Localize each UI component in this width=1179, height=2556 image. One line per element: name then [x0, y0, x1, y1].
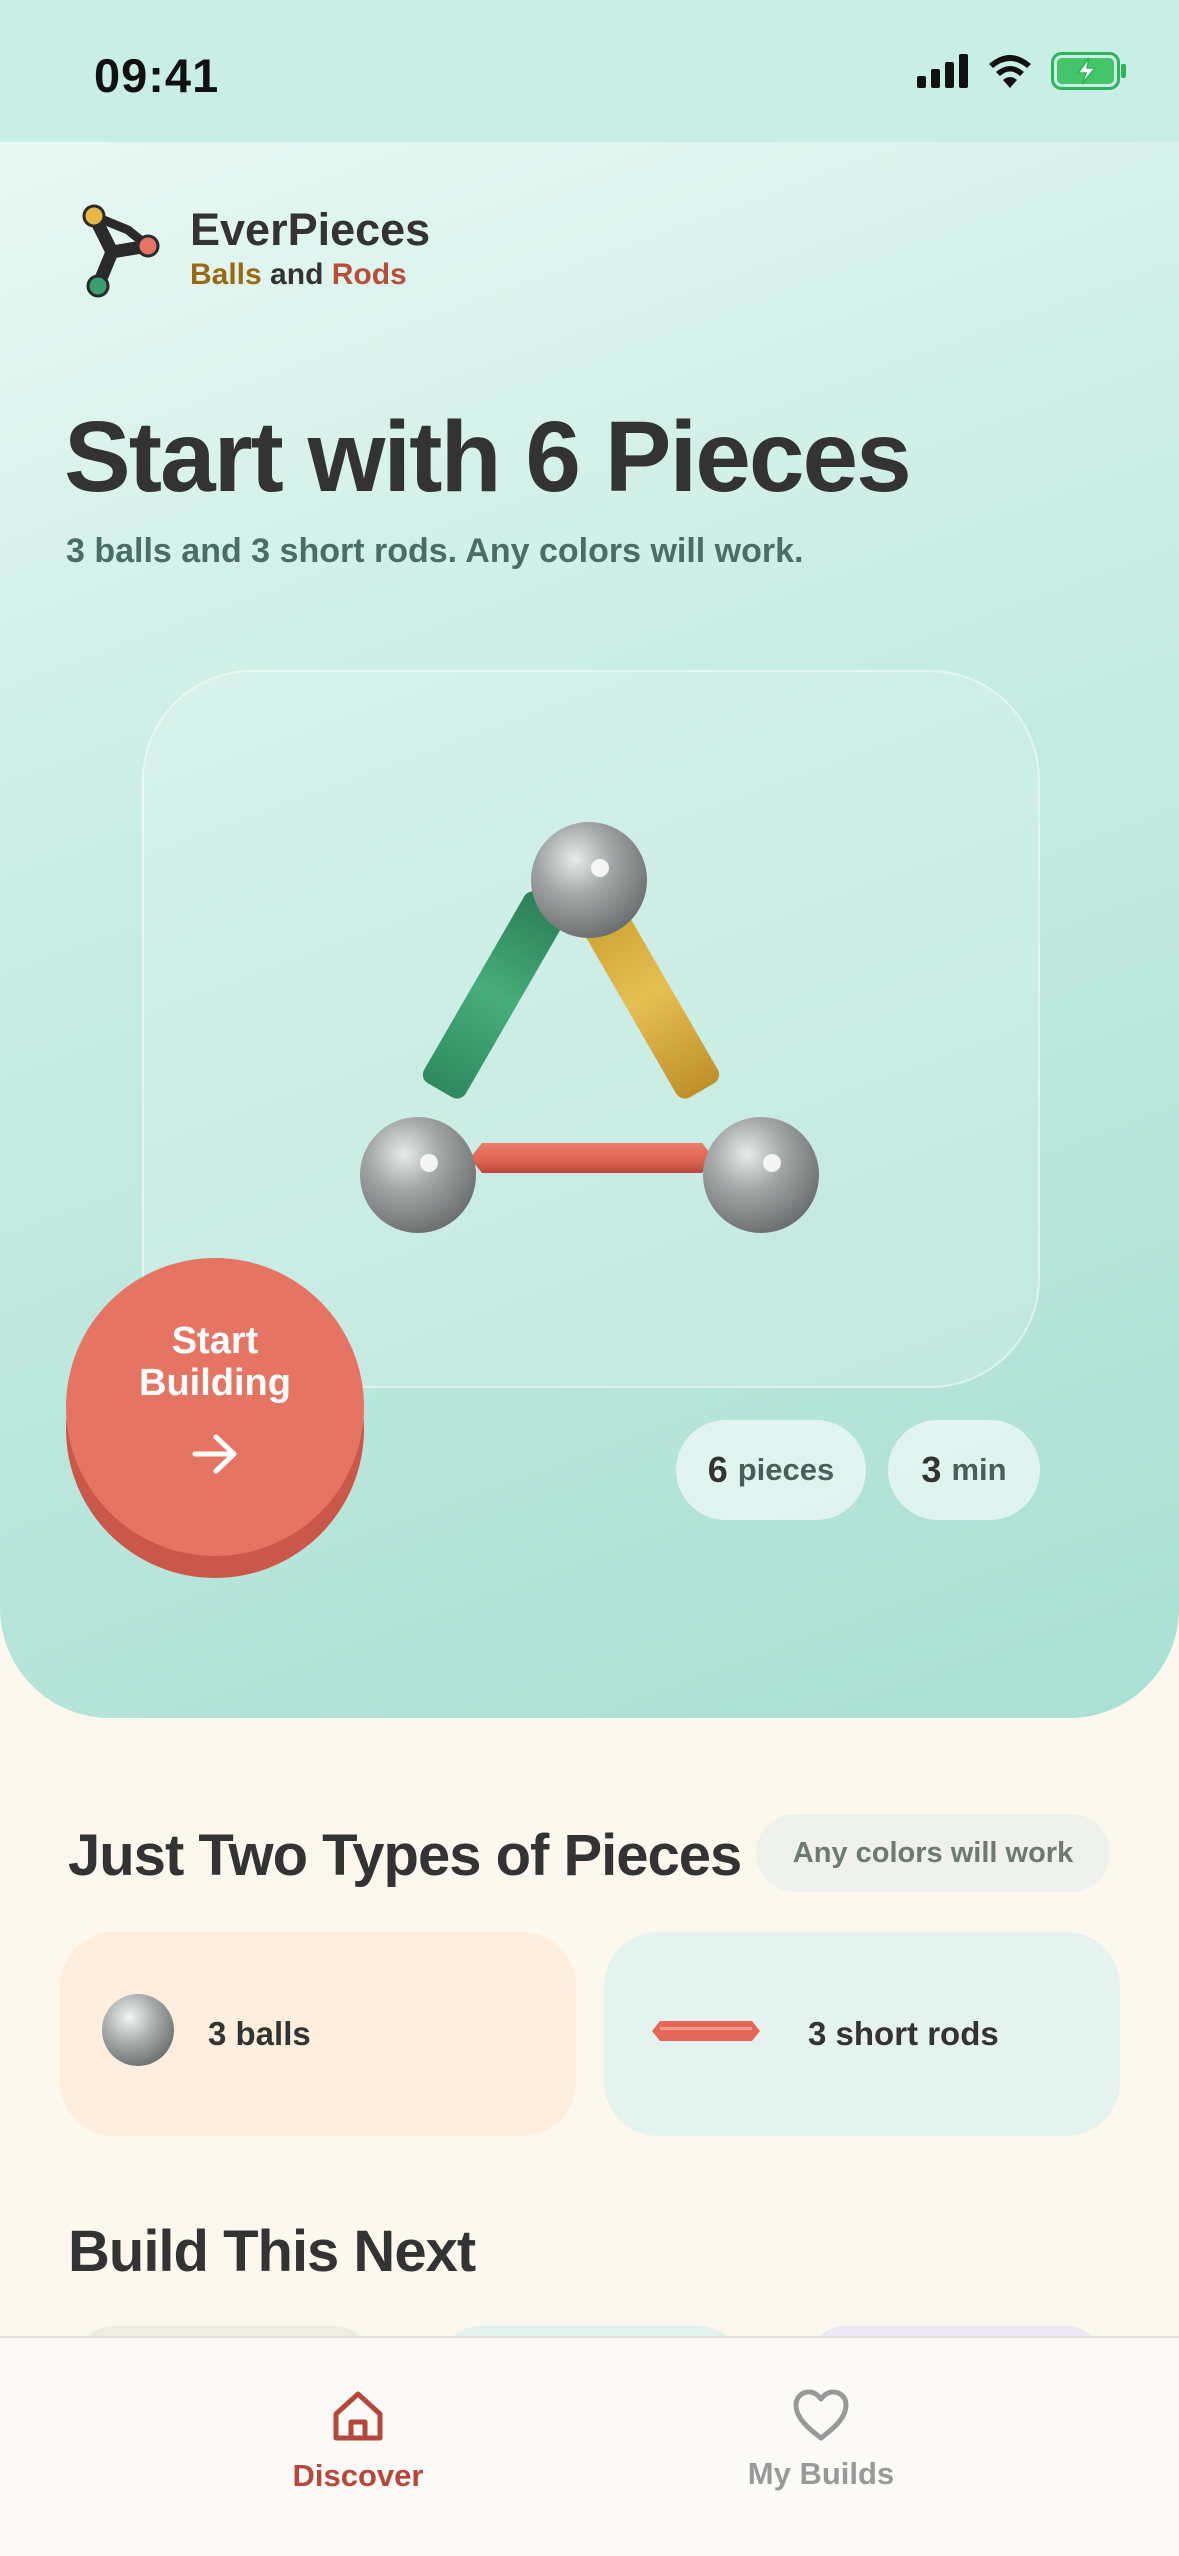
tab-my-builds-label: My Builds — [747, 2456, 895, 2491]
duration-chip: 3 min — [888, 1420, 1040, 1520]
home-icon — [333, 2391, 383, 2441]
heart-icon — [793, 2389, 849, 2441]
battery-charging-icon — [1051, 52, 1126, 90]
logo-icon — [82, 204, 160, 298]
ball-top — [531, 822, 647, 938]
any-colors-badge: Any colors will work — [756, 1814, 1110, 1892]
pieces-count-chip: 6 pieces — [676, 1420, 866, 1520]
arrow-right-icon — [192, 1434, 237, 1474]
signal-icon — [917, 54, 968, 88]
brand-tagline: Balls and Rods — [190, 258, 407, 291]
tab-my-builds[interactable]: My Builds — [671, 2388, 971, 2492]
ball-right — [703, 1117, 819, 1233]
hero-title: Start with 6 Pieces — [64, 401, 912, 513]
wifi-icon — [989, 55, 1031, 88]
brand: EverPieces Balls and Rods — [72, 200, 430, 298]
ball-left — [360, 1117, 476, 1233]
types-section-title: Just Two Types of Pieces — [68, 1823, 742, 1888]
rods-label: 3 short rods — [808, 2015, 999, 2052]
build-next-title: Build This Next — [68, 2219, 476, 2284]
status-bar: 09:41 — [0, 0, 1179, 142]
start-building-button[interactable]: Start Building — [66, 1258, 364, 1580]
triangle-model-illustration — [360, 822, 819, 1233]
tab-discover-label: Discover — [292, 2458, 424, 2493]
balls-label: 3 balls — [208, 2015, 311, 2052]
rods-card[interactable]: 3 short rods — [604, 1932, 1120, 2136]
ball-icon — [102, 1994, 174, 2066]
tab-discover[interactable]: Discover — [208, 2388, 508, 2494]
brand-name: EverPieces — [190, 204, 431, 255]
tab-bar: Discover My Builds — [0, 2336, 1179, 2556]
balls-card[interactable]: 3 balls — [60, 1932, 576, 2136]
status-time: 09:41 — [94, 49, 220, 102]
red-rod — [470, 1143, 714, 1173]
hero-subtitle: 3 balls and 3 short rods. Any colors wil… — [66, 532, 804, 570]
rod-icon — [652, 2021, 760, 2041]
